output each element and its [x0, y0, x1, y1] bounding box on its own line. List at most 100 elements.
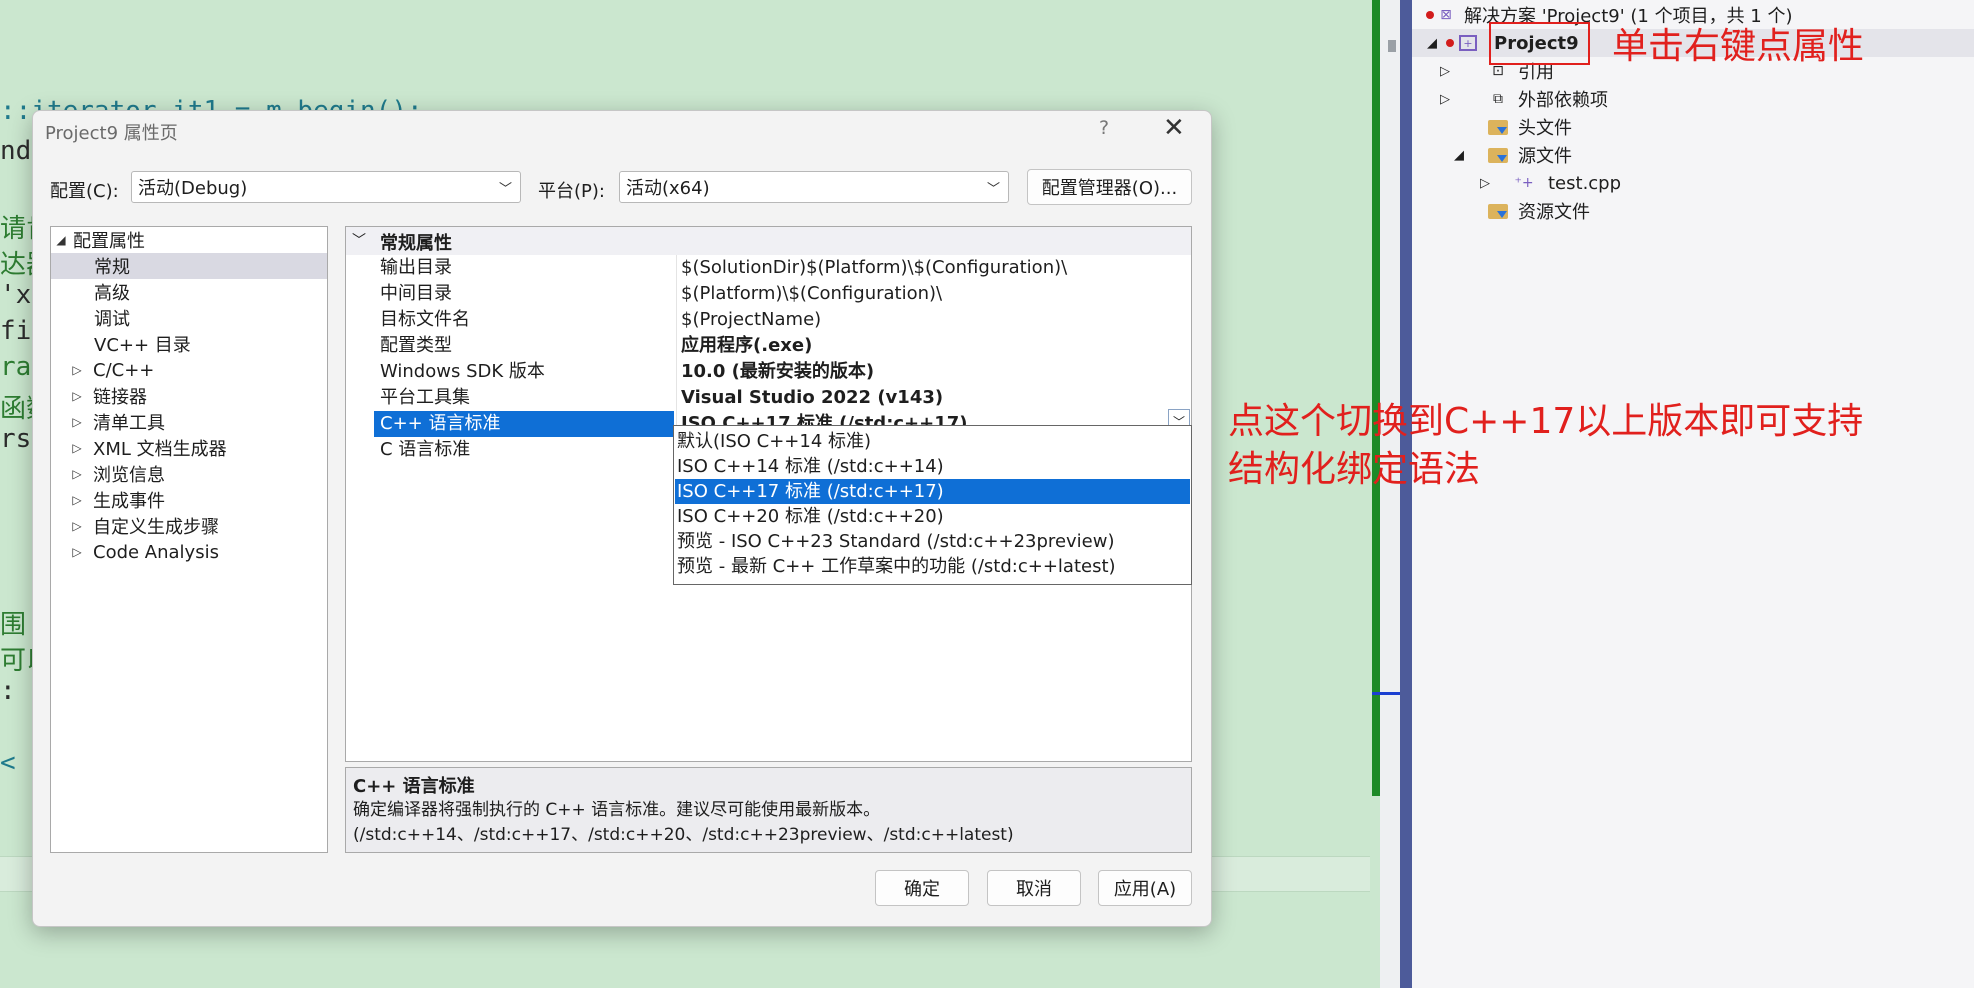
dropdown-option[interactable]: ISO C++20 标准 (/std:c++20) [675, 504, 1190, 529]
dropdown-option[interactable]: 默认(ISO C++14 标准) [675, 429, 1190, 454]
expand-arrow-icon[interactable]: ▷ [71, 389, 83, 403]
close-icon[interactable]: ✕ [1163, 113, 1185, 143]
description-title: C++ 语言标准 [353, 776, 475, 797]
folder-icon [1488, 118, 1508, 136]
code-line: nd [0, 136, 32, 166]
ok-button[interactable]: 确定 [875, 870, 969, 906]
grid-row[interactable]: 目标文件名 $(ProjectName) [374, 307, 1191, 333]
tree-item[interactable]: 高级 [51, 279, 327, 305]
expand-arrow-icon[interactable]: ▷ [71, 467, 83, 481]
se-item-test-cpp[interactable]: ▷ ⁺+ test.cpp [1412, 169, 1974, 197]
grid-category-label: 常规属性 [380, 233, 452, 254]
tree-item-label: 自定义生成步骤 [93, 517, 219, 538]
grid-row[interactable]: 输出目录 $(SolutionDir)$(Platform)\$(Configur… [374, 255, 1191, 281]
grid-row[interactable]: 中间目录 $(Platform)\$(Configuration)\ [374, 281, 1191, 307]
property-pages-dialog: Project9 属性页 ? ✕ 配置(C): 活动(Debug) ﹀ 平台(P… [32, 110, 1212, 927]
grid-row-name: C 语言标准 [380, 439, 471, 460]
expand-arrow-icon[interactable]: ▷ [71, 493, 83, 507]
solution-icon: ⊠ [1440, 7, 1452, 23]
tree-item-label: 浏览信息 [93, 465, 165, 486]
collapse-arrow-icon[interactable]: ◢ [1425, 36, 1439, 51]
dialog-title: Project9 属性页 [45, 123, 178, 144]
collapse-arrow-icon[interactable]: ◢ [55, 233, 67, 247]
cancel-button[interactable]: 取消 [987, 870, 1081, 906]
tree-item-label: XML 文档生成器 [93, 439, 227, 460]
annotation-switch-line1: 点这个切换到C++17以上版本即可支持 [1228, 401, 1864, 442]
property-tree: ◢ 配置属性 常规 高级 调试 VC++ 目录 ▷ C/C++ ▷ 链接器 ▷ 清单工具 ▷ XML … [50, 226, 328, 853]
expand-arrow-icon[interactable]: ▷ [1438, 64, 1452, 79]
dropdown-option[interactable]: ISO C++17 标准 (/std:c++17) [675, 479, 1190, 504]
grid-row-name: 平台工具集 [380, 387, 470, 408]
tree-item-label: 高级 [94, 283, 130, 304]
editor-vertical-scrollbar[interactable] [1380, 0, 1400, 988]
cpp-standard-dropdown-list: 默认(ISO C++14 标准) ISO C++14 标准 (/std:c++14… [673, 425, 1192, 585]
collapse-arrow-icon[interactable]: ◢ [1452, 148, 1466, 163]
tree-item-label: Code Analysis [93, 541, 219, 563]
tree-item[interactable]: ▷ 清单工具 [51, 409, 327, 435]
apply-button[interactable]: 应用(A) [1098, 870, 1192, 906]
chevron-down-icon: ﹀ [986, 182, 1000, 197]
grid-row-value: 应用程序(.exe) [681, 335, 813, 356]
solution-explorer: ⊠ 解决方案 'Project9' (1 个项目，共 1 个) ◢ + Proj… [1412, 0, 1974, 988]
panel-splitter[interactable] [1400, 0, 1412, 988]
dropdown-option[interactable]: ISO C++14 标准 (/std:c++14) [675, 454, 1190, 479]
chevron-down-icon[interactable]: ﹀ [352, 230, 366, 250]
se-item-resource-files-label: 资源文件 [1518, 202, 1590, 223]
editor-scroll-thumb[interactable] [1388, 40, 1396, 52]
platform-select-value: 活动(x64) [626, 178, 710, 199]
expand-arrow-icon[interactable]: ▷ [71, 441, 83, 455]
code-line: 围 [0, 610, 27, 640]
grid-row-name: 目标文件名 [380, 309, 470, 330]
project-status-icon [1440, 34, 1460, 52]
grid-row[interactable]: Windows SDK 版本 10.0 (最新安装的版本) [374, 359, 1191, 385]
annotation-box-project [1489, 22, 1590, 65]
tree-item[interactable]: 常规 [51, 253, 327, 279]
cpp-file-icon: ⁺+ [1514, 175, 1534, 191]
tree-item[interactable]: ▷ 生成事件 [51, 487, 327, 513]
tree-item[interactable]: ▷ 链接器 [51, 383, 327, 409]
expand-arrow-icon[interactable]: ▷ [71, 363, 83, 377]
grid-row-value: $(ProjectName) [681, 309, 822, 330]
expand-arrow-icon[interactable]: ▷ [1438, 92, 1452, 107]
tree-item[interactable]: ▷ Code Analysis [51, 539, 327, 565]
expand-arrow-icon[interactable]: ▷ [71, 545, 83, 559]
se-item-resource-files[interactable]: 资源文件 [1412, 197, 1974, 225]
chevron-down-icon: ﹀ [498, 182, 512, 197]
se-item-external-deps-label: 外部依赖项 [1518, 90, 1608, 111]
expand-arrow-icon[interactable]: ▷ [71, 519, 83, 533]
config-select[interactable]: 活动(Debug) ﹀ [131, 171, 521, 203]
platform-select[interactable]: 活动(x64) ﹀ [619, 171, 1009, 203]
grid-row-value: Visual Studio 2022 (v143) [681, 387, 944, 408]
tree-item[interactable]: 调试 [51, 305, 327, 331]
code-line: fi [0, 316, 32, 346]
grid-row[interactable]: 配置类型 应用程序(.exe) [374, 333, 1191, 359]
tree-item-label: 常规 [94, 257, 130, 278]
platform-label: 平台(P): [538, 181, 605, 202]
tree-item-label: C/C++ [93, 359, 155, 381]
help-button[interactable]: ? [1099, 117, 1109, 139]
tree-root-config-properties[interactable]: ◢ 配置属性 [51, 227, 327, 253]
grid-category-general[interactable]: ﹀ 常规属性 [346, 227, 1191, 255]
tree-item[interactable]: ▷ 自定义生成步骤 [51, 513, 327, 539]
grid-row-name: 中间目录 [380, 283, 452, 304]
cpp-project-icon: + [1458, 34, 1478, 52]
dropdown-option[interactable]: 预览 - 最新 C++ 工作草案中的功能 (/std:c++latest) [675, 554, 1190, 579]
tree-item[interactable]: ▷ 浏览信息 [51, 461, 327, 487]
expand-arrow-icon[interactable]: ▷ [1478, 176, 1492, 191]
se-item-header-files[interactable]: 头文件 [1412, 113, 1974, 141]
grid-row[interactable]: 平台工具集 Visual Studio 2022 (v143) [374, 385, 1191, 411]
se-item-source-files[interactable]: ◢ 源文件 [1412, 141, 1974, 169]
property-description-panel: C++ 语言标准 确定编译器将强制执行的 C++ 语言标准。建议尽可能使用最新版… [345, 767, 1192, 853]
se-item-header-files-label: 头文件 [1518, 118, 1572, 139]
tree-item-label: VC++ 目录 [94, 335, 191, 356]
tree-item-label: 清单工具 [93, 413, 165, 434]
tree-item[interactable]: ▷ C/C++ [51, 357, 327, 383]
tree-item[interactable]: ▷ XML 文档生成器 [51, 435, 327, 461]
se-item-external-deps[interactable]: ▷ ⧉ 外部依赖项 [1412, 85, 1974, 113]
code-line: 'x [0, 280, 32, 310]
expand-arrow-icon[interactable]: ▷ [71, 415, 83, 429]
tree-item[interactable]: VC++ 目录 [51, 331, 327, 357]
dropdown-option[interactable]: 预览 - ISO C++23 Standard (/std:c++23previ… [675, 529, 1190, 554]
config-manager-button[interactable]: 配置管理器(O)... [1027, 169, 1192, 205]
grid-row-name: Windows SDK 版本 [380, 361, 545, 382]
